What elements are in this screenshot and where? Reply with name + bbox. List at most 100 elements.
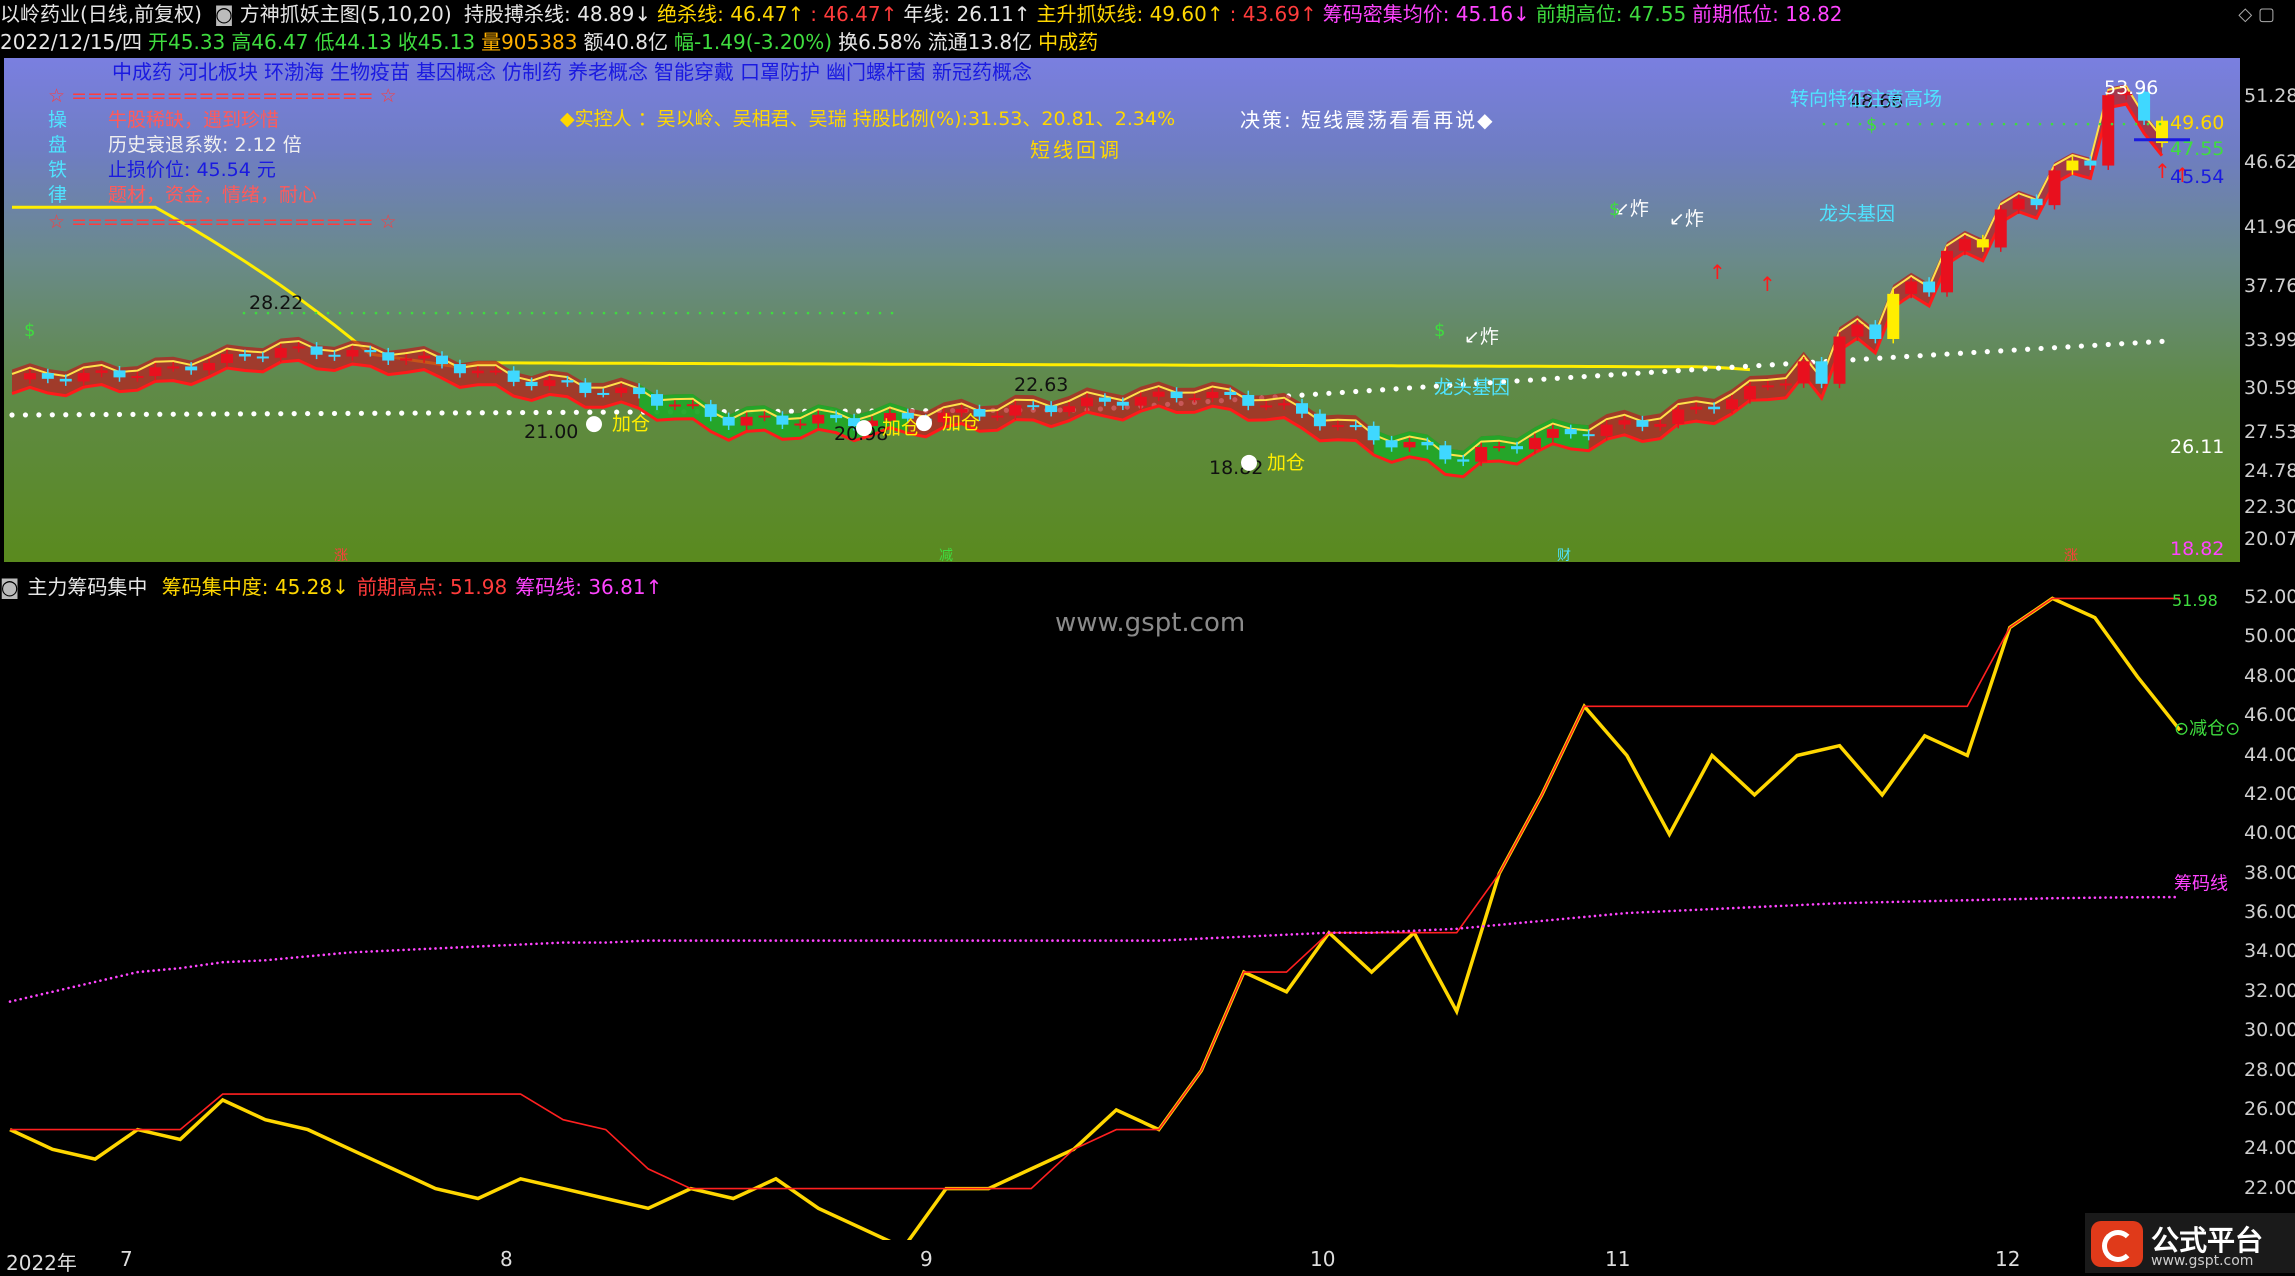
candle-body[interactable] (203, 362, 216, 371)
candle-body[interactable] (1152, 391, 1165, 397)
candle-body[interactable] (1385, 440, 1398, 448)
candle-body[interactable] (1869, 324, 1882, 339)
candle-body[interactable] (364, 350, 377, 353)
candle-body[interactable] (1206, 391, 1219, 398)
candle-body[interactable] (1779, 383, 1792, 386)
indicator-name[interactable]: 方神抓妖主图(5,10,20) (240, 2, 452, 26)
candle-body[interactable] (1313, 413, 1326, 427)
indicator-toggle-icon[interactable]: ◙ (214, 2, 233, 26)
candle-body[interactable] (1296, 403, 1308, 414)
window-icon[interactable]: ▢ (2258, 4, 2275, 25)
candle-body[interactable] (1797, 361, 1810, 384)
candle-body[interactable] (1439, 445, 1452, 460)
candle-body[interactable] (543, 380, 556, 387)
candle-body[interactable] (830, 414, 843, 419)
candle-body[interactable] (1242, 394, 1255, 406)
candle-body[interactable] (1851, 324, 1864, 337)
candle-body[interactable] (1600, 424, 1613, 436)
candle-body[interactable] (2012, 198, 2025, 210)
candle-body[interactable] (1511, 446, 1523, 450)
candle-body[interactable] (1027, 405, 1040, 408)
candle-body[interactable] (1331, 425, 1344, 428)
candle-body[interactable] (1582, 434, 1595, 437)
candle-body[interactable] (1421, 441, 1434, 446)
stock-title[interactable]: 以岭药业(日线,前复权) (0, 2, 202, 26)
candle-body[interactable] (310, 346, 323, 355)
candle-body[interactable] (722, 416, 735, 426)
candle-body[interactable] (221, 353, 233, 363)
candle-body[interactable] (1564, 429, 1577, 435)
candle-body[interactable] (758, 415, 771, 418)
candle-body[interactable] (1063, 406, 1076, 413)
concept-tag[interactable]: 环渤海 (264, 60, 324, 84)
candle-body[interactable] (131, 375, 144, 378)
main-chart-canvas[interactable]: 28.2221.0020.9822.6318.8248.6653.96加仓加仓加… (4, 58, 2240, 562)
candle-body[interactable] (95, 370, 108, 373)
candle-body[interactable] (1941, 250, 1953, 293)
candle-body[interactable] (1905, 281, 1918, 294)
candle-body[interactable] (41, 373, 54, 379)
candle-body[interactable] (418, 355, 431, 359)
candle-body[interactable] (23, 373, 36, 380)
candle-body[interactable] (615, 387, 628, 393)
candle-body[interactable] (2102, 95, 2115, 166)
candle-body[interactable] (776, 415, 789, 425)
candle-body[interactable] (561, 380, 574, 383)
candle-body[interactable] (1958, 239, 1971, 251)
candle-body[interactable] (328, 354, 341, 357)
candle-body[interactable] (382, 352, 395, 361)
candle-body[interactable] (1116, 401, 1129, 406)
candle-body[interactable] (1367, 425, 1380, 441)
candle-body[interactable] (1493, 446, 1506, 449)
concept-tag[interactable]: 生物疫苗 (330, 60, 410, 84)
candle-body[interactable] (1260, 405, 1273, 408)
candle-body[interactable] (704, 404, 717, 417)
candle-body[interactable] (1923, 281, 1936, 293)
candle-body[interactable] (471, 370, 484, 374)
candle-body[interactable] (1887, 293, 1900, 339)
candle-body[interactable] (1045, 405, 1058, 413)
candle-body[interactable] (1224, 391, 1237, 395)
candle-body[interactable] (274, 348, 287, 358)
sub-chart-canvas[interactable]: ⊙减仓⊙ 筹码线 51.98 (4, 590, 2240, 1240)
candle-body[interactable] (2084, 160, 2097, 166)
candle-body[interactable] (1457, 459, 1470, 462)
concept-tag[interactable]: 仿制药 (502, 60, 562, 84)
candle-body[interactable] (1134, 396, 1147, 406)
candle-body[interactable] (794, 423, 807, 426)
candle-body[interactable] (1403, 441, 1416, 448)
candle-body[interactable] (1188, 397, 1201, 400)
candle-body[interactable] (292, 346, 305, 349)
candle-body[interactable] (1081, 397, 1093, 407)
candle-body[interactable] (1475, 447, 1488, 462)
candle-body[interactable] (2048, 170, 2061, 206)
concept-tag[interactable]: 口罩防护 (740, 60, 820, 84)
candle-body[interactable] (812, 414, 825, 424)
candle-body[interactable] (1743, 385, 1756, 400)
candle-body[interactable] (579, 382, 592, 393)
candle-body[interactable] (489, 370, 502, 373)
candle-body[interactable] (525, 381, 538, 387)
concept-tag[interactable]: 中成药 (112, 60, 172, 84)
concept-tag[interactable]: 河北板块 (178, 60, 258, 84)
candle-body[interactable] (1170, 391, 1183, 399)
candle-body[interactable] (400, 358, 413, 361)
candle-body[interactable] (507, 370, 520, 382)
concept-tag[interactable]: 智能穿戴 (654, 60, 734, 84)
candle-body[interactable] (668, 404, 681, 407)
candle-body[interactable] (256, 356, 269, 359)
candle-body[interactable] (436, 355, 448, 365)
candle-body[interactable] (1726, 399, 1738, 410)
concept-tag[interactable]: 新冠药概念 (932, 60, 1032, 84)
candle-body[interactable] (651, 394, 663, 406)
candle-body[interactable] (1708, 406, 1721, 410)
candle-body[interactable] (77, 372, 90, 382)
candle-body[interactable] (1528, 437, 1541, 450)
candle-body[interactable] (1009, 405, 1022, 416)
candle-body[interactable] (1618, 420, 1631, 425)
candle-body[interactable] (346, 350, 359, 357)
candle-body[interactable] (1994, 209, 2007, 248)
candle-body[interactable] (740, 416, 753, 426)
candle-body[interactable] (1098, 397, 1111, 402)
candle-body[interactable] (1349, 425, 1362, 428)
